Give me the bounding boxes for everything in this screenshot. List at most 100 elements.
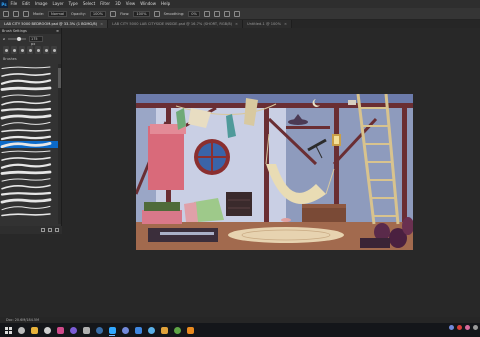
menu-image[interactable]: Image xyxy=(32,0,50,8)
new-group-icon[interactable] xyxy=(41,228,45,232)
brush-preset-row[interactable] xyxy=(0,197,58,204)
pink-tray-icon[interactable] xyxy=(465,325,470,330)
document-tab-cityside[interactable]: LAB CITY 5000 LAB CITYSIDE INSIDE.psd @ … xyxy=(108,20,244,28)
brush-preset-row[interactable] xyxy=(0,204,58,211)
menu-window[interactable]: Window xyxy=(138,0,159,8)
airbrush-icon[interactable] xyxy=(153,10,160,17)
brush-stroke-preview xyxy=(0,170,52,175)
brush-preset-row[interactable] xyxy=(0,141,58,148)
menu-view[interactable]: View xyxy=(123,0,138,8)
brush-stroke-preview xyxy=(0,191,52,196)
brush-preset-row[interactable] xyxy=(0,169,58,176)
music-icon[interactable] xyxy=(80,324,92,336)
brush-stroke-path xyxy=(0,107,52,112)
brush-preset-row[interactable] xyxy=(0,71,58,78)
vlc-icon[interactable] xyxy=(184,324,196,336)
brush-preset-row[interactable] xyxy=(0,134,58,141)
menu-layer[interactable]: Layer xyxy=(50,0,66,8)
brush-preset-row[interactable] xyxy=(0,113,58,120)
menu-edit[interactable]: Edit xyxy=(20,0,33,8)
red-tray-icon[interactable] xyxy=(457,325,462,330)
brush-size-slider[interactable] xyxy=(8,36,27,41)
document-tab-bedroom[interactable]: LAB CITY 5000 BEDROOM.psd @ 33.3% (1 BGM… xyxy=(0,20,109,28)
brush-preset-row[interactable] xyxy=(0,190,58,197)
brush-preset-picker-icon[interactable] xyxy=(13,10,19,17)
brush-stroke-preview xyxy=(1,150,51,153)
green-app-icon[interactable] xyxy=(171,324,183,336)
brush-preset-row[interactable] xyxy=(0,92,58,99)
image-app-icon[interactable] xyxy=(145,324,157,336)
photoshop-icon[interactable] xyxy=(106,324,118,336)
menu-file[interactable]: File xyxy=(8,0,20,8)
close-icon[interactable]: × xyxy=(235,22,238,26)
gray-tray-icon[interactable] xyxy=(473,325,478,330)
brush-list-scrollbar[interactable] xyxy=(58,64,61,224)
chrome-icon[interactable] xyxy=(28,324,40,336)
menu-3d[interactable]: 3D xyxy=(113,0,124,8)
smoothing-options-gear-icon[interactable] xyxy=(203,10,210,17)
discord-icon[interactable] xyxy=(119,324,131,336)
brush-stroke-path xyxy=(1,100,51,106)
panel-menu-icon[interactable]: ≡ xyxy=(56,28,59,34)
brush-settings-toggle-icon[interactable] xyxy=(23,10,29,17)
brush-preset-row[interactable] xyxy=(0,176,58,183)
delete-icon[interactable] xyxy=(55,228,59,232)
blue-app-icon[interactable] xyxy=(132,324,144,336)
recent-brush-preset[interactable] xyxy=(19,46,25,54)
pressure-size-icon[interactable] xyxy=(223,10,230,17)
obs-icon[interactable] xyxy=(41,324,53,336)
document-tab-untitled[interactable]: Untitled-1 @ 100% × xyxy=(243,20,293,28)
brush-preset-row[interactable] xyxy=(0,85,58,92)
recent-brush-preset[interactable] xyxy=(35,46,41,54)
wooden-chest xyxy=(302,206,346,222)
recent-brush-preset[interactable] xyxy=(43,46,49,54)
angle-icon[interactable] xyxy=(213,10,220,17)
pink-app-icon[interactable] xyxy=(54,324,66,336)
search-icon[interactable] xyxy=(15,324,27,336)
menu-help[interactable]: Help xyxy=(158,0,172,8)
brush-preset-row[interactable] xyxy=(0,155,58,162)
brush-preset-row[interactable] xyxy=(0,148,58,155)
brush-preset-row[interactable] xyxy=(0,64,58,71)
brush-preset-row[interactable] xyxy=(0,183,58,190)
brush-preset-row[interactable] xyxy=(0,99,58,106)
purple-app-icon[interactable] xyxy=(67,324,79,336)
opacity-field[interactable]: 100% xyxy=(89,10,107,17)
brush-preset-row[interactable] xyxy=(0,127,58,134)
close-icon[interactable]: × xyxy=(284,22,287,26)
recent-brush-preset[interactable] xyxy=(27,46,33,54)
recent-brush-preset[interactable] xyxy=(11,46,17,54)
green-app-icon-glyph xyxy=(173,326,181,334)
brush-stroke-path xyxy=(0,191,52,196)
brush-size-field[interactable]: 175 px xyxy=(29,36,44,46)
flow-field[interactable]: 100% xyxy=(133,10,150,17)
brush-stroke-preview xyxy=(1,156,51,161)
menu-filter[interactable]: Filter xyxy=(98,0,113,8)
recent-brush-preset[interactable] xyxy=(51,46,57,54)
brush-tool-icon[interactable] xyxy=(3,10,9,17)
recent-brush-preset[interactable] xyxy=(3,46,9,54)
windows-start-icon[interactable] xyxy=(2,324,14,336)
brush-stroke-path xyxy=(0,135,52,141)
canvas-artwork[interactable] xyxy=(136,94,413,250)
brush-preset-row[interactable] xyxy=(0,162,58,169)
brush-preset-row[interactable] xyxy=(0,120,58,127)
slider-knob[interactable] xyxy=(17,36,22,41)
new-brush-icon[interactable] xyxy=(48,228,52,232)
smoothing-field[interactable]: 0% xyxy=(188,10,200,17)
brush-preset-row[interactable] xyxy=(0,211,58,218)
brush-stroke-path xyxy=(0,114,52,120)
scrollbar-thumb[interactable] xyxy=(58,68,61,88)
brush-stroke-preview xyxy=(0,198,52,204)
symmetry-icon[interactable] xyxy=(233,10,240,17)
menu-select[interactable]: Select xyxy=(80,0,97,8)
menu-type[interactable]: Type xyxy=(66,0,80,8)
steam-icon[interactable] xyxy=(93,324,105,336)
close-icon[interactable]: × xyxy=(100,22,103,26)
brush-preset-row[interactable] xyxy=(0,78,58,85)
pressure-opacity-icon[interactable] xyxy=(110,10,117,17)
brush-preset-row[interactable] xyxy=(0,106,58,113)
discord-tray-icon[interactable] xyxy=(449,325,454,330)
mode-select[interactable]: Normal xyxy=(48,10,68,17)
chrome-icon-2[interactable] xyxy=(158,324,170,336)
